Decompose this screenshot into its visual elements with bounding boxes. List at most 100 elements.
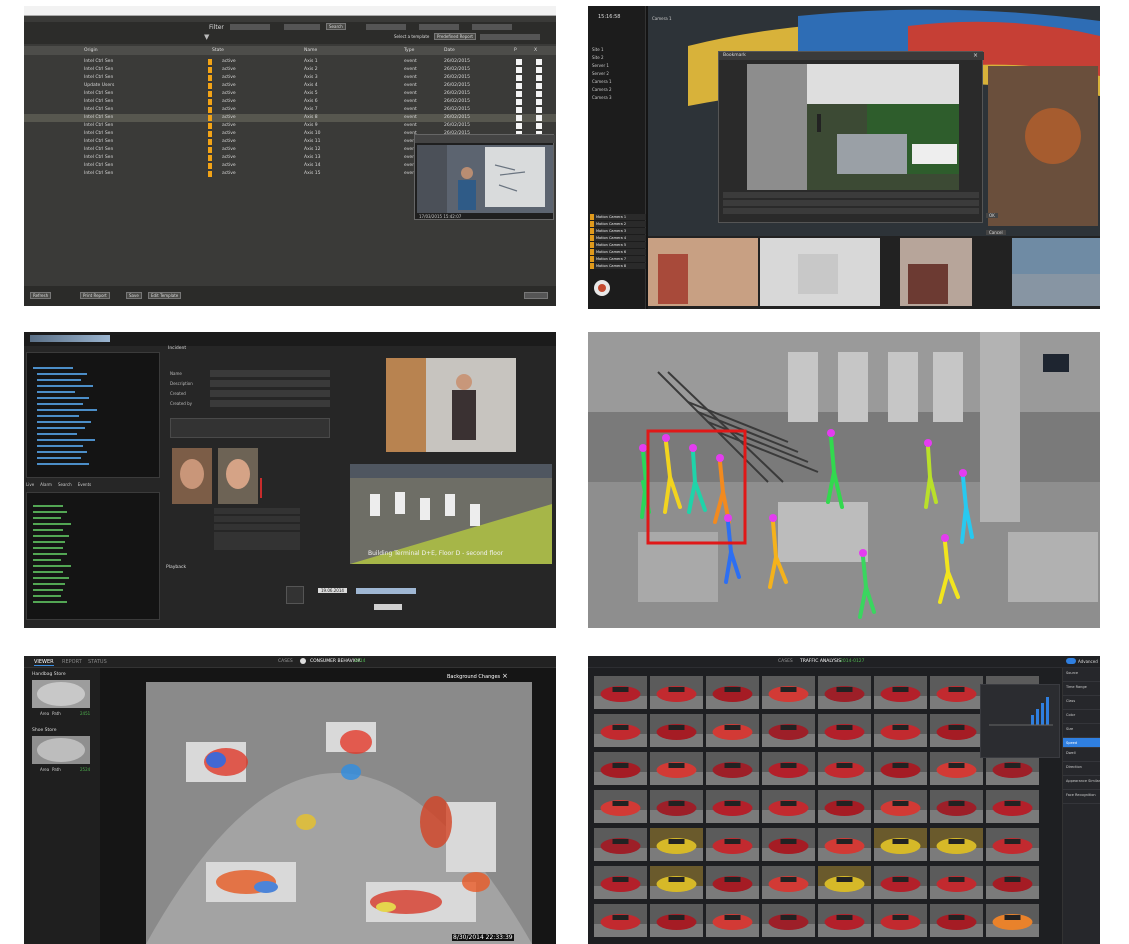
store-thumbnail[interactable] [32,680,90,708]
table-row[interactable]: Intel Ctrl Sen active Axis 6 event 26/02/201… [24,98,556,106]
date-field[interactable]: 19.06.2014 [318,588,347,593]
store-name[interactable]: Shoe Store [32,728,57,733]
tree-item[interactable]: Camera 1 [592,78,642,86]
filter-field-5[interactable] [472,24,512,30]
table-row[interactable]: Intel Ctrl Sen active Axis 7 event 26/02/201… [24,106,556,114]
column-header[interactable]: P [514,46,517,55]
vehicle-thumbnail[interactable] [706,828,759,861]
alarm-row[interactable]: Motion Camera 1 [590,214,646,220]
tree-item[interactable]: Site 1 [592,46,642,54]
vehicle-thumbnail[interactable] [818,790,871,823]
column-header[interactable]: Type [404,46,414,55]
vehicle-thumbnail[interactable] [594,904,647,937]
filter-field-3[interactable] [366,24,406,30]
form-input[interactable] [210,400,330,407]
vehicle-thumbnail[interactable] [818,904,871,937]
tab-report[interactable]: REPORT [62,659,82,665]
filter-item[interactable]: Size [1063,724,1100,738]
bookmark-dialog[interactable]: Bookmark × [718,51,984,223]
vehicle-thumbnail[interactable] [818,828,871,861]
breadcrumb-cases[interactable]: CASES [778,659,793,664]
tree-item[interactable]: Site 2 [592,54,642,62]
vehicle-thumbnail[interactable] [594,714,647,747]
tab-alarm[interactable]: Alarm [40,482,52,487]
table-row[interactable]: Intel Ctrl Sen active Axis 5 event 26/02/201… [24,90,556,98]
filter-item[interactable]: Source [1063,668,1100,682]
row-checkbox[interactable] [516,67,522,73]
edit-template-button[interactable]: Edit Template [148,292,182,299]
search-button[interactable]: Search [326,23,346,30]
vehicle-thumbnail[interactable] [874,790,927,823]
column-header[interactable]: Name [304,46,317,55]
tab-events[interactable]: Events [78,482,92,487]
row-checkbox[interactable] [516,107,522,113]
video-preview-popup[interactable]: 17/03/2015 15:42:07 [414,134,555,220]
row-checkbox[interactable] [516,123,522,129]
alarm-row[interactable]: Motion Camera 8 [590,263,646,269]
tree-item[interactable]: Server 2 [592,70,642,78]
vehicle-thumbnail[interactable] [986,790,1039,823]
row-checkbox[interactable] [536,67,542,73]
vehicle-thumbnail[interactable] [650,790,703,823]
ok-button[interactable]: OK [986,213,998,218]
vehicle-thumbnail[interactable] [706,790,759,823]
face-match-thumbnails[interactable] [172,448,262,504]
vehicle-thumbnail[interactable] [706,714,759,747]
alarm-row[interactable]: Motion Camera 4 [590,235,646,241]
table-row[interactable]: Intel Ctrl Sen active Axis 1 event 26/02/201… [24,58,556,66]
vehicle-thumbnail[interactable] [650,676,703,709]
vehicle-thumbnail[interactable] [930,904,983,937]
vehicle-thumbnail[interactable] [874,676,927,709]
alarm-row[interactable]: Motion Camera 6 [590,249,646,255]
table-row[interactable]: Intel Ctrl Sen active Axis 3 event 26/02/201… [24,74,556,82]
vehicle-thumbnail[interactable] [594,828,647,861]
vehicle-thumbnail[interactable] [874,752,927,785]
row-checkbox[interactable] [536,83,542,89]
table-row[interactable]: Update Users active Axis 4 event 26/02/2015 [24,82,556,90]
vehicle-thumbnail[interactable] [706,752,759,785]
vehicle-thumbnail[interactable] [706,866,759,899]
vehicle-thumbnail[interactable] [986,828,1039,861]
row-checkbox[interactable] [536,123,542,129]
filter-item[interactable]: Appearance Similarity [1063,776,1100,790]
row-checkbox[interactable] [516,59,522,65]
vehicle-thumbnail[interactable] [650,866,703,899]
row-checkbox[interactable] [516,99,522,105]
refresh-button[interactable]: Refresh [30,292,52,299]
vehicle-thumbnail[interactable] [930,828,983,861]
chevron-down-icon[interactable]: ▼ [204,34,214,42]
alarm-row[interactable]: Motion Camera 7 [590,256,646,262]
vehicle-thumbnail[interactable] [594,676,647,709]
vehicle-thumbnail[interactable] [762,828,815,861]
3d-site-map[interactable] [350,464,552,564]
vehicle-thumbnail[interactable] [762,752,815,785]
form-input[interactable] [210,380,330,387]
vehicle-thumbnail[interactable] [930,866,983,899]
tab-viewer[interactable]: VIEWER [34,659,54,666]
alarm-row[interactable]: Motion Camera 3 [590,228,646,234]
row-checkbox[interactable] [516,115,522,121]
vehicle-thumbnail[interactable] [706,904,759,937]
resource-tree[interactable] [26,352,160,478]
row-checkbox[interactable] [516,75,522,81]
go-button[interactable] [374,604,402,610]
close-icon[interactable]: × [973,52,978,59]
camera-thumbnail-strip[interactable] [648,234,1100,309]
row-checkbox[interactable] [536,91,542,97]
filter-field-2[interactable] [284,24,320,30]
table-row[interactable]: Intel Ctrl Sen active Axis 9 event 26/02/201… [24,122,556,130]
store-area[interactable]: Area [40,767,49,772]
alarm-row[interactable]: Motion Camera 2 [590,221,646,227]
vehicle-thumbnail[interactable] [650,904,703,937]
filter-field-4[interactable] [419,24,459,30]
vehicle-thumbnail[interactable] [594,752,647,785]
filter-item[interactable]: Class [1063,696,1100,710]
vehicle-thumbnail[interactable] [650,828,703,861]
vehicle-thumbnail[interactable] [762,676,815,709]
store-name[interactable]: Handbag Store [32,672,66,677]
vehicle-thumbnail[interactable] [874,828,927,861]
column-header[interactable]: Origin [84,46,98,55]
tab-search[interactable]: Search [58,482,72,487]
live-camera-view[interactable] [386,358,516,452]
close-report-button[interactable] [524,292,548,299]
